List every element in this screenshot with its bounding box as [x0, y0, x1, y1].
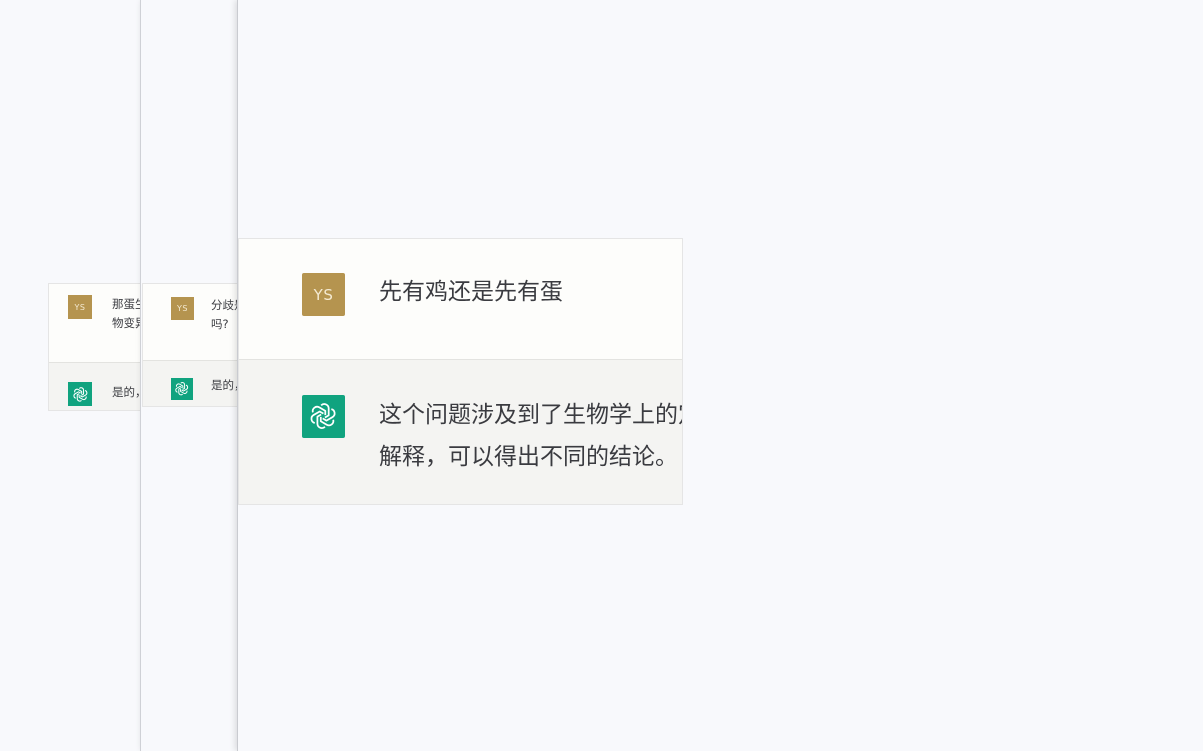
screen: YS 那蛋生 物变异 是的， YS 分歧是 吗? 是的， ... YS 先有鸡还…: [0, 0, 1203, 751]
user-avatar: YS: [302, 273, 345, 316]
openai-logo-icon: [68, 382, 92, 406]
message-line: 这个问题涉及到了生物学上的定: [379, 402, 682, 428]
chat-card: YS 分歧是 吗? 是的， ...: [142, 283, 244, 407]
chat-panel-back: YS 那蛋生 物变异 是的，: [0, 0, 160, 751]
assistant-message-row: 是的， ...: [143, 361, 243, 406]
user-message-text: 先有鸡还是先有蛋: [379, 271, 563, 313]
message-line: 解释，可以得出不同的结论。: [379, 444, 678, 470]
user-message-row: YS 先有鸡还是先有蛋: [239, 239, 682, 360]
message-line: 先有鸡还是先有蛋: [379, 279, 563, 305]
user-avatar: YS: [68, 295, 92, 319]
openai-logo-icon: [302, 395, 345, 438]
user-avatar: YS: [171, 297, 194, 320]
openai-logo-icon: [171, 378, 193, 400]
assistant-message-row: 这个问题涉及到了生物学上的定 解释，可以得出不同的结论。: [239, 360, 682, 504]
chat-card-main: YS 先有鸡还是先有蛋 这个问题涉及到了生物学上的定 解释，可以得出不同的结论。: [238, 238, 683, 505]
user-message-row: YS 分歧是 吗?: [143, 284, 243, 361]
assistant-message-text: 这个问题涉及到了生物学上的定 解释，可以得出不同的结论。: [379, 394, 682, 478]
